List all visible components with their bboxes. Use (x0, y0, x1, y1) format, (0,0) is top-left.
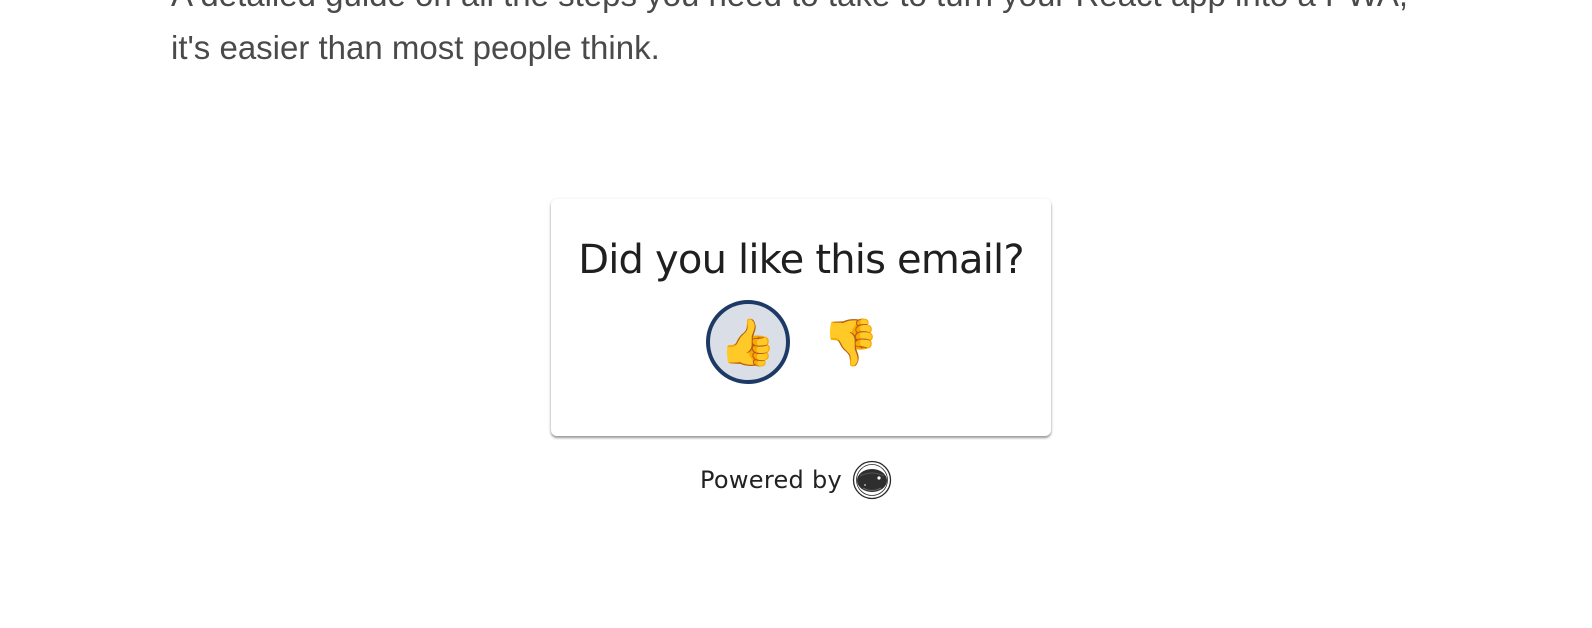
thumbs-down-icon: 👎 (822, 315, 880, 369)
article-description-line-1: A detailed guide on all the steps you ne… (171, 0, 1408, 13)
brand-logo-icon (852, 460, 892, 500)
thumbs-down-button[interactable]: 👎 (809, 300, 893, 384)
feedback-question: Did you like this email? (578, 237, 1024, 283)
powered-by[interactable]: Powered by (0, 460, 1592, 500)
thumbs-up-button[interactable]: 👍 (706, 300, 790, 384)
feedback-card: Did you like this email? 👍 👎 (551, 199, 1051, 436)
powered-by-label: Powered by (699, 466, 843, 494)
article-description: A detailed guide on all the steps you ne… (171, 0, 1531, 74)
email-page: A detailed guide on all the steps you ne… (0, 0, 1592, 628)
thumbs-up-icon: 👍 (719, 315, 777, 369)
article-description-line-2: it's easier than most people think. (171, 29, 660, 66)
